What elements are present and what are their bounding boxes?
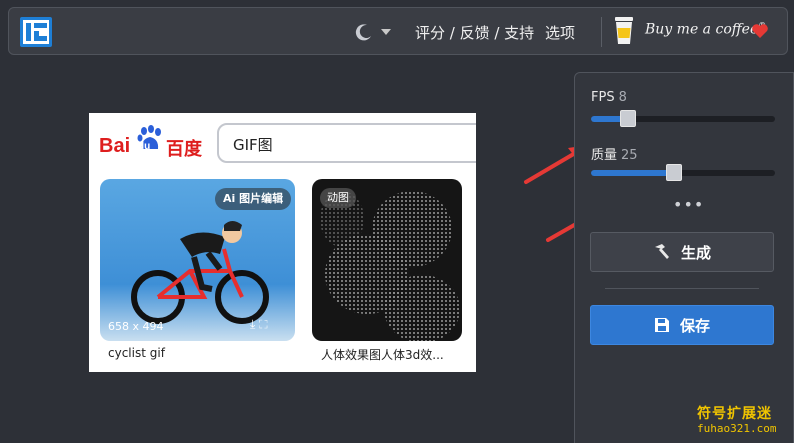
settings-panel: FPS 8 质量 25 ••• 生成 保存	[574, 72, 794, 443]
download-icon[interactable]: ⤓ ⛶	[250, 317, 268, 332]
fps-slider-thumb[interactable]	[619, 110, 636, 127]
result-card-body[interactable]: 动图	[312, 179, 462, 341]
divider	[601, 17, 602, 47]
baidu-logo-cn: 百度	[166, 139, 202, 160]
image-dimensions: 658 x 494	[108, 320, 164, 333]
top-bar: 评分 / 反馈 / 支持 选项 Buy me a coffee®	[8, 7, 788, 55]
divider	[605, 288, 759, 289]
search-query: GIF图	[233, 136, 273, 154]
coffee-cup-icon[interactable]	[613, 16, 635, 46]
ai-edit-badge: Ai 图片编辑	[215, 188, 292, 210]
floppy-disk-icon	[654, 318, 669, 332]
baidu-paw-text: du	[138, 141, 151, 152]
watermark-cn: 符号扩展迷	[697, 406, 772, 422]
fps-slider[interactable]	[591, 110, 775, 127]
app-logo-icon[interactable]	[20, 17, 52, 47]
save-label: 保存	[679, 316, 710, 335]
fps-label: FPS 8	[591, 90, 627, 105]
cyclist-image	[131, 221, 269, 324]
moon-icon[interactable]	[354, 22, 374, 42]
result-card-cyclist[interactable]: Ai 图片编辑 658 x 494 ⤓ ⛶	[100, 179, 295, 341]
hammer-icon	[654, 244, 669, 259]
more-options-icon[interactable]: •••	[673, 195, 704, 214]
result-caption-2[interactable]: 人体效果图人体3d效...	[321, 346, 444, 363]
gif-preview: Bai du 百度 GIF图 Ai 图片编辑 658 x 494 ⤓ ⛶ 动图 …	[89, 113, 476, 372]
save-button[interactable]: 保存	[590, 305, 774, 345]
generate-label: 生成	[680, 243, 711, 262]
heart-icon[interactable]	[751, 22, 769, 40]
chevron-down-icon[interactable]	[381, 29, 391, 35]
watermark-en: fuhao321.com	[697, 422, 777, 435]
nav-options-link[interactable]: 选项	[545, 22, 575, 43]
buy-me-a-coffee-link[interactable]: Buy me a coffee®	[645, 21, 766, 38]
nav-feedback-link[interactable]: 评分 / 反馈 / 支持	[415, 22, 534, 43]
animated-badge: 动图	[320, 188, 356, 208]
baidu-logo-latin: Bai	[99, 135, 131, 157]
quality-slider[interactable]	[591, 164, 775, 181]
generate-button[interactable]: 生成	[590, 232, 774, 272]
quality-slider-thumb[interactable]	[665, 164, 682, 181]
result-caption-1[interactable]: cyclist gif	[108, 346, 165, 360]
quality-label: 质量 25	[591, 148, 638, 163]
